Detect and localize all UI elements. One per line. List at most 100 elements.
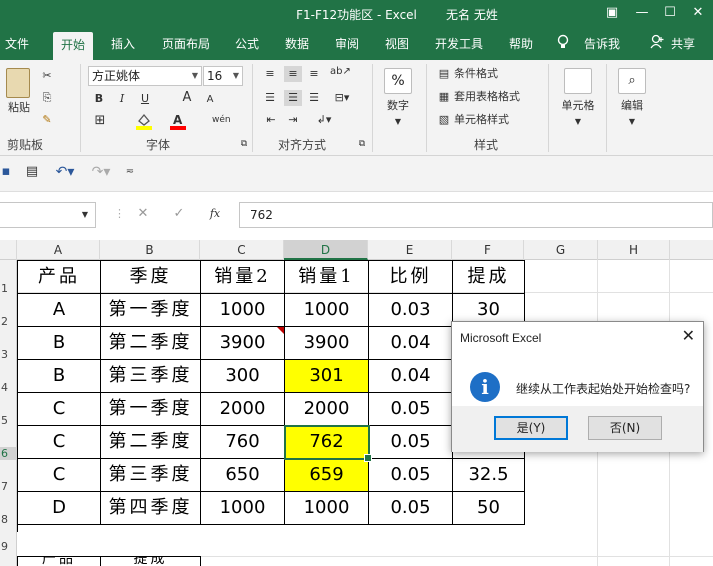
table-cell[interactable]: 2000 [285, 393, 369, 426]
format-as-table-button[interactable]: 套用表格格式 [454, 89, 538, 105]
shrink-font-button[interactable]: A [204, 92, 216, 108]
cell-styles-icon[interactable]: ▧ [436, 112, 452, 128]
paste-icon[interactable] [6, 68, 30, 98]
ribbon-options-icon[interactable]: ▣ [598, 2, 626, 24]
row-header[interactable]: 9 [0, 540, 17, 553]
percent-icon[interactable]: % [384, 68, 412, 94]
align-right-icon[interactable]: ☰ [306, 90, 322, 106]
table-cell[interactable]: 3900 [285, 327, 369, 360]
dialog-close-icon[interactable]: ✕ [682, 326, 695, 345]
table-cell[interactable]: 0.04 [369, 360, 453, 393]
table-cell[interactable]: 0.03 [369, 294, 453, 327]
cut-icon[interactable]: ✂ [38, 68, 56, 84]
redo-icon[interactable]: ↷▾ [88, 164, 114, 180]
table-cell[interactable]: B [18, 327, 101, 360]
underline-button[interactable]: U [138, 91, 152, 107]
table-cell[interactable]: 1000 [201, 492, 285, 525]
table-cell[interactable]: 0.05 [369, 492, 453, 525]
form-icon[interactable]: ▤ [24, 164, 40, 180]
table-cell[interactable]: 3900 [201, 327, 285, 360]
table-cell[interactable]: 1000 [285, 492, 369, 525]
chevron-down-icon[interactable]: ▼ [392, 114, 404, 130]
column-header-c[interactable]: C [200, 240, 284, 260]
editing-button[interactable]: 编辑 [612, 98, 652, 114]
copy-icon[interactable]: ⎘ [38, 90, 56, 106]
grow-font-button[interactable]: A [180, 90, 194, 106]
column-header-f[interactable]: F [452, 240, 524, 260]
row-header[interactable]: 6 [0, 447, 17, 460]
tab-insert[interactable]: 插入 [104, 34, 142, 60]
name-box[interactable]: ▼ [0, 202, 96, 228]
phonetic-icon[interactable]: wén [212, 112, 231, 128]
table-cell[interactable]: 1000 [201, 294, 285, 327]
wrap-text-icon[interactable]: ↲▾ [312, 112, 336, 128]
tell-me-search[interactable]: 告诉我 [580, 34, 624, 60]
table-cell[interactable]: 第三季度 [101, 459, 201, 492]
table-cell[interactable]: 第一季度 [101, 393, 201, 426]
fill-color-icon[interactable] [136, 112, 152, 135]
tab-home[interactable]: 开始 [53, 32, 93, 60]
insert-function-button[interactable]: fx [206, 206, 224, 222]
table-header-cell[interactable]: 比例 [369, 261, 453, 294]
italic-button[interactable]: I [115, 91, 129, 107]
table-cell[interactable]: C [18, 459, 101, 492]
table-header-cell[interactable]: 季度 [101, 261, 201, 294]
table-cell[interactable]: 32.5 [453, 459, 525, 492]
active-cell-selection[interactable] [284, 425, 372, 462]
table-cell[interactable]: 1000 [285, 294, 369, 327]
table-cell[interactable]: 第一季度 [101, 294, 201, 327]
tab-page-layout[interactable]: 页面布局 [156, 34, 216, 60]
tab-file[interactable]: 文件 [0, 34, 34, 60]
user-name[interactable]: 无名 无姓 [446, 6, 498, 23]
format-as-table-icon[interactable]: ▦ [436, 89, 452, 105]
table-cell-highlighted[interactable]: 659 [285, 459, 369, 492]
table-cell[interactable]: 0.05 [369, 393, 453, 426]
align-middle-icon[interactable]: ≡ [284, 66, 302, 82]
number-format-button[interactable]: 数字 [380, 98, 416, 114]
increase-indent-icon[interactable]: ⇥ [284, 112, 302, 128]
align-top-icon[interactable]: ≡ [262, 66, 278, 82]
font-color-icon[interactable]: A [170, 112, 186, 135]
tab-developer[interactable]: 开发工具 [428, 34, 490, 60]
format-painter-icon[interactable]: ✎ [38, 112, 56, 128]
table-header-cell[interactable]: 产品 [18, 261, 101, 294]
table-cell[interactable]: D [18, 492, 101, 525]
table-cell[interactable]: 第四季度 [101, 492, 201, 525]
row-header[interactable]: 7 [0, 480, 17, 493]
paste-button[interactable]: 粘贴 [4, 100, 34, 116]
table-cell[interactable]: 760 [201, 426, 285, 459]
minimize-icon[interactable]: — [628, 2, 656, 24]
tab-view[interactable]: 视图 [378, 34, 416, 60]
close-icon[interactable]: ✕ [684, 2, 712, 24]
table-cell[interactable]: C [18, 426, 101, 459]
row-header[interactable]: 4 [0, 381, 17, 394]
select-all-corner[interactable] [0, 240, 17, 260]
table-header-cell[interactable]: 提成 [453, 261, 525, 294]
decrease-indent-icon[interactable]: ⇤ [262, 112, 280, 128]
tab-review[interactable]: 审阅 [328, 34, 366, 60]
chevron-down-icon[interactable]: ▼ [626, 114, 638, 130]
cell-styles-button[interactable]: 单元格样式 [454, 112, 526, 128]
maximize-icon[interactable]: ☐ [656, 2, 684, 24]
formula-input[interactable]: 762 [239, 202, 713, 228]
undo-icon[interactable]: ↶▾ [52, 164, 78, 180]
tab-data[interactable]: 数据 [278, 34, 316, 60]
table-cell[interactable]: 2000 [201, 393, 285, 426]
column-header-h[interactable]: H [598, 240, 670, 260]
column-header-d[interactable]: D [284, 240, 368, 260]
chevron-down-icon[interactable]: ▼ [80, 207, 90, 223]
font-dialog-launcher-icon[interactable]: ⧉ [238, 136, 250, 152]
orientation-icon[interactable]: ab↗ [330, 64, 351, 80]
align-center-icon[interactable]: ☰ [284, 90, 302, 106]
lightbulb-icon[interactable] [556, 34, 570, 60]
bold-button[interactable]: B [92, 91, 106, 107]
table-cell[interactable]: 0.04 [369, 327, 453, 360]
table-cell[interactable]: 0.05 [369, 426, 453, 459]
no-button[interactable]: 否(N) [588, 416, 662, 440]
font-size-select[interactable]: 16 ▼ [203, 66, 243, 86]
row-header[interactable]: 3 [0, 348, 17, 361]
table-cell[interactable]: A [18, 294, 101, 327]
conditional-format-icon[interactable]: ▤ [436, 66, 452, 82]
table-cell[interactable]: 650 [201, 459, 285, 492]
person-icon[interactable] [650, 34, 664, 60]
